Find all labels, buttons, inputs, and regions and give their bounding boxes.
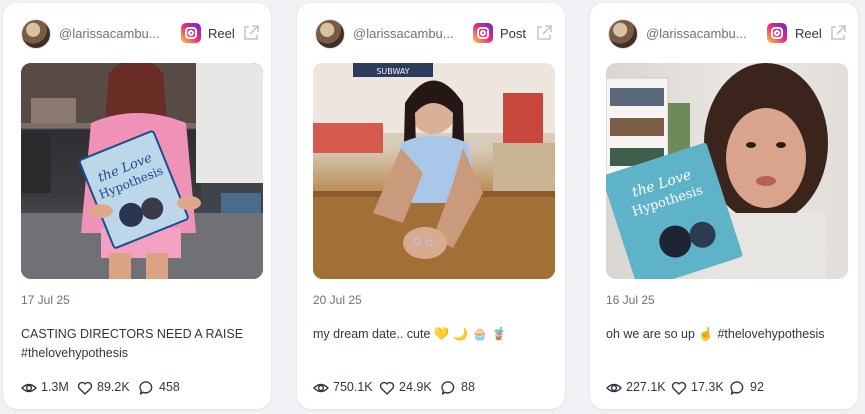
avatar[interactable]: [315, 19, 345, 49]
card-header: @larissacambu... Reel: [3, 17, 271, 55]
comment-icon: [139, 381, 153, 395]
card-header: @larissacambu... Reel: [590, 17, 858, 55]
instagram-icon: [473, 23, 493, 43]
post-date: 16 Jul 25: [606, 293, 655, 307]
heart-icon: [77, 381, 93, 395]
external-link-icon[interactable]: [241, 23, 261, 43]
post-date: 17 Jul 25: [21, 293, 70, 307]
post-type-label: Reel: [795, 26, 822, 41]
store-sign: SUBWAY: [376, 67, 409, 76]
post-card[interactable]: @larissacambu... Reel the Love Hypothesi…: [3, 3, 271, 409]
post-caption: CASTING DIRECTORS NEED A RAISE #theloveh…: [21, 327, 244, 360]
post-thumbnail[interactable]: the Love Hypothesis: [21, 63, 263, 279]
external-link-icon[interactable]: [534, 23, 554, 43]
instagram-icon: [181, 23, 201, 43]
thumbnail-image: the Love Hypothesis: [21, 63, 263, 279]
comments-count: 88: [461, 380, 475, 394]
avatar[interactable]: [21, 19, 51, 49]
avatar[interactable]: [608, 19, 638, 49]
views-count: 750.1K: [333, 380, 373, 394]
thumbnail-image: the Love Hypothesis: [606, 63, 828, 279]
comment-icon: [441, 381, 455, 395]
comments-count: 458: [159, 380, 180, 394]
eye-icon: [606, 383, 622, 393]
views-count: 227.1K: [626, 380, 666, 394]
views-count: 1.3M: [41, 380, 69, 394]
post-caption: oh we are so up ☝️ #thelovehypothesis: [606, 327, 825, 341]
likes-count: 89.2K: [97, 380, 130, 394]
account-handle[interactable]: @larissacambu...: [59, 26, 160, 41]
post-caption: my dream date.. cute 💛 🌙 🧁 🧋: [313, 327, 507, 341]
eye-icon: [21, 383, 37, 393]
post-thumbnail[interactable]: the Love Hypothesis: [606, 63, 848, 279]
post-type-label: Reel: [208, 26, 235, 41]
post-thumbnail[interactable]: SUBWAY: [313, 63, 555, 279]
heart-icon: [671, 381, 687, 395]
eye-icon: [313, 383, 329, 393]
comment-icon: [730, 381, 744, 395]
instagram-icon: [767, 23, 787, 43]
account-handle[interactable]: @larissacambu...: [646, 26, 747, 41]
likes-count: 17.3K: [691, 380, 724, 394]
likes-count: 24.9K: [399, 380, 432, 394]
post-date: 20 Jul 25: [313, 293, 362, 307]
external-link-icon[interactable]: [828, 23, 848, 43]
heart-icon: [379, 381, 395, 395]
post-card[interactable]: @larissacambu... Post SUBWAY 20 Jul 25 m…: [297, 3, 565, 409]
post-type-label: Post: [500, 26, 527, 41]
account-handle[interactable]: @larissacambu...: [353, 26, 454, 41]
comments-count: 92: [750, 380, 764, 394]
post-card[interactable]: @larissacambu... Reel the Love Hypothesi…: [590, 3, 858, 409]
card-header: @larissacambu... Post: [297, 17, 565, 55]
thumbnail-image: SUBWAY: [313, 63, 555, 279]
